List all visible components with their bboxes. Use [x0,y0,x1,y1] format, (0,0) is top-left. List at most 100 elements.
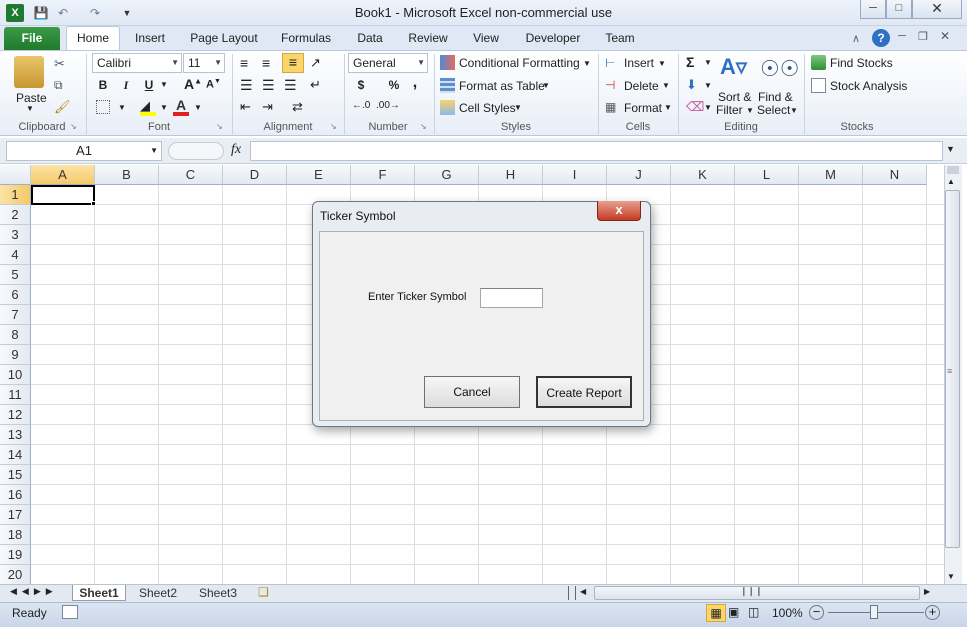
name-box[interactable]: A1 ▼ [6,141,162,161]
tab-insert[interactable]: Insert [128,31,172,45]
insert-sheet-icon[interactable]: ❏ [258,585,269,599]
autosum-icon[interactable]: Σ [686,54,694,70]
insert-cells-dropdown-icon[interactable]: ▼ [658,59,666,68]
delete-cells-icon[interactable]: ⊣ [605,78,615,92]
cancel-button[interactable]: Cancel [424,376,520,408]
format-as-table-icon[interactable] [440,78,455,93]
merge-center-icon[interactable]: ⇄ [292,99,303,115]
row-header[interactable]: 5 [0,265,31,285]
find-stocks-icon[interactable] [811,55,826,70]
zoom-level[interactable]: 100% [772,606,803,620]
normal-view-icon[interactable]: ▦ [706,604,726,622]
tab-view[interactable]: View [466,31,506,45]
clipboard-launcher-icon[interactable]: ↘ [70,122,77,131]
split-box[interactable] [947,166,959,174]
row-header[interactable]: 8 [0,325,31,345]
column-header[interactable]: J [607,165,671,185]
sort-filter-button-line2[interactable]: Filter [716,103,743,117]
help-icon[interactable]: ? [872,29,890,47]
select-all-corner[interactable] [0,165,31,185]
row-header[interactable]: 9 [0,345,31,365]
tab-developer[interactable]: Developer [520,31,586,45]
decrease-indent-icon[interactable]: ⇤ [240,99,251,115]
formula-input[interactable] [250,141,943,161]
tab-split-handle[interactable] [568,586,576,600]
column-header[interactable]: E [287,165,351,185]
underline-dropdown-icon[interactable]: ▼ [160,80,168,89]
sheet-tab-sheet2[interactable]: Sheet2 [130,585,186,601]
scroll-down-icon[interactable]: ▼ [947,572,955,581]
row-header[interactable]: 10 [0,365,31,385]
scroll-left-icon[interactable]: ◀ [580,587,586,596]
zoom-out-icon[interactable]: − [809,605,824,620]
alignment-launcher-icon[interactable]: ↘ [330,122,337,131]
format-cells-button[interactable]: Format [624,101,662,115]
bold-button[interactable]: B [94,76,112,94]
insert-function-button[interactable]: fx [231,142,241,158]
align-center-icon[interactable]: ☰ [262,77,275,94]
row-header[interactable]: 1 [0,185,31,205]
middle-align-icon[interactable]: ≡ [262,55,270,71]
minimize-button[interactable]: ─ [860,0,886,19]
row-header[interactable]: 3 [0,225,31,245]
number-format-combo[interactable]: General ▼ [348,53,428,73]
font-color-dropdown-icon[interactable]: ▼ [194,103,202,112]
italic-button[interactable]: I [117,76,135,94]
sheet-navigation-icons[interactable]: ◀◀▶▶ [10,586,58,597]
zoom-slider-thumb[interactable] [870,605,878,619]
format-cells-icon[interactable]: ▦ [605,100,616,114]
increase-decimal-icon[interactable]: ←.0 [352,100,370,111]
align-left-icon[interactable]: ☰ [240,77,253,94]
tab-review[interactable]: Review [404,31,452,45]
paste-button[interactable]: Paste [16,91,47,105]
fill-color-dropdown-icon[interactable]: ▼ [160,103,168,112]
percent-button[interactable]: % [385,76,403,94]
sort-filter-icon[interactable]: A▿ [720,54,747,80]
column-header[interactable]: F [351,165,415,185]
column-header[interactable]: C [159,165,223,185]
delete-cells-button[interactable]: Delete [624,79,659,93]
page-break-view-icon[interactable]: ◫ [748,605,759,619]
fill-dropdown-icon[interactable]: ▼ [704,81,712,90]
ribbon-collapse-icon[interactable]: ∧ [852,32,860,45]
row-header[interactable]: 20 [0,565,31,584]
page-layout-view-icon[interactable]: ▣ [728,605,739,619]
format-as-table-dropdown-icon[interactable]: ▼ [542,81,550,90]
row-header[interactable]: 13 [0,425,31,445]
doc-close-icon[interactable]: ✕ [940,29,950,43]
delete-cells-dropdown-icon[interactable]: ▼ [662,81,670,90]
conditional-formatting-button[interactable]: Conditional Formatting [459,56,580,70]
stock-analysis-button[interactable]: Stock Analysis [830,79,907,93]
insert-cells-button[interactable]: Insert [624,56,654,70]
decrease-decimal-icon[interactable]: .00→ [376,100,400,111]
row-header[interactable]: 16 [0,485,31,505]
column-header[interactable]: D [223,165,287,185]
column-header[interactable]: K [671,165,735,185]
column-header[interactable]: H [479,165,543,185]
formula-bar-separator-handle[interactable] [168,142,224,160]
row-header[interactable]: 15 [0,465,31,485]
font-name-combo[interactable]: Calibri ▼ [92,53,182,73]
scroll-right-icon[interactable]: ▶ [924,587,930,596]
comma-button[interactable]: , [406,74,424,92]
currency-button[interactable]: $ [352,76,370,94]
ticker-input[interactable] [480,288,543,308]
zoom-in-icon[interactable]: + [925,605,940,620]
column-header[interactable]: L [735,165,799,185]
shrink-font-icon[interactable]: A▼ [206,78,221,91]
sheet-tab-sheet3[interactable]: Sheet3 [190,585,246,601]
autosum-dropdown-icon[interactable]: ▼ [704,58,712,67]
column-header[interactable]: M [799,165,863,185]
bottom-align-icon[interactable]: ≡ [282,53,304,73]
borders-icon[interactable] [96,100,110,114]
fill-handle[interactable] [91,201,96,206]
expand-formula-bar-icon[interactable]: ▼ [946,144,955,154]
find-select-button-line2[interactable]: Select [757,103,790,117]
format-as-table-button[interactable]: Format as Table [459,79,545,93]
row-header[interactable]: 14 [0,445,31,465]
column-header[interactable]: I [543,165,607,185]
row-header[interactable]: 17 [0,505,31,525]
underline-button[interactable]: U [140,76,158,94]
sort-filter-button-line1[interactable]: Sort & [718,90,751,104]
increase-indent-icon[interactable]: ⇥ [262,99,273,115]
